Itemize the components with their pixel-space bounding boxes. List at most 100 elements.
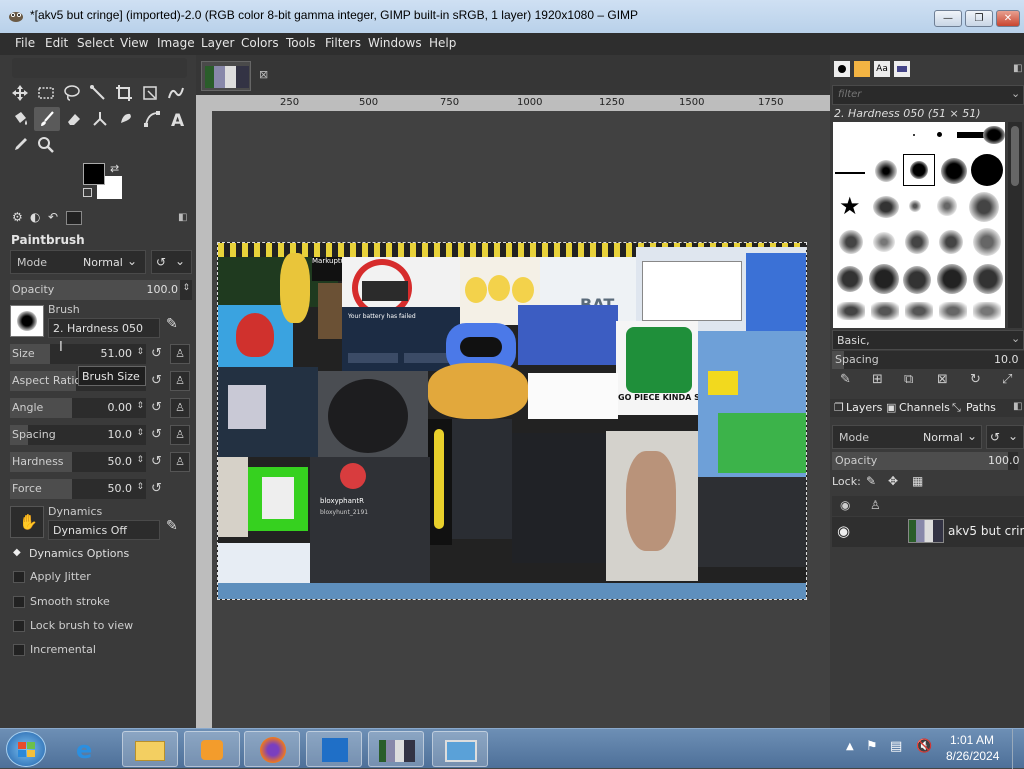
brush-item[interactable]: [937, 132, 942, 137]
crop-icon[interactable]: [114, 83, 134, 103]
brush-item[interactable]: [913, 134, 915, 136]
menu-select[interactable]: Select: [77, 36, 114, 50]
new-brush-icon[interactable]: ⊞: [872, 372, 883, 387]
reset-size-icon[interactable]: ↺: [151, 347, 165, 361]
brush-item[interactable]: [937, 196, 957, 216]
opacity-spin-icon[interactable]: ⇕: [182, 283, 190, 293]
brush-item[interactable]: [835, 172, 865, 174]
lock-pixels-icon[interactable]: ✎: [866, 474, 876, 488]
default-colors-icon[interactable]: [83, 188, 92, 197]
reset-angle-icon[interactable]: ↺: [151, 401, 165, 415]
show-hidden-icons[interactable]: ▲: [846, 741, 854, 752]
brush-item[interactable]: [969, 192, 999, 222]
angle-slider[interactable]: Angle 0.00 ⇕: [10, 398, 146, 418]
lock-brush-checkbox[interactable]: [13, 620, 25, 632]
device-status-tab-icon[interactable]: ◐: [30, 210, 40, 224]
spin-icon[interactable]: ⇕: [136, 482, 144, 492]
clock-time[interactable]: 1:01 AM: [950, 733, 994, 747]
brush-item[interactable]: [869, 264, 899, 294]
spin-icon[interactable]: ⇕: [136, 347, 144, 357]
brush-name-field[interactable]: 2. Hardness 050: [48, 318, 160, 338]
selected-brush-item[interactable]: [903, 154, 935, 186]
layer-name[interactable]: akv5 but cringe: [948, 524, 1024, 538]
brush-item[interactable]: [973, 302, 1001, 320]
tab-paths[interactable]: Paths: [966, 401, 996, 414]
zoom-icon[interactable]: [36, 135, 56, 155]
volume-muted-icon[interactable]: 🔇: [916, 739, 932, 754]
smudge-icon[interactable]: [116, 109, 136, 129]
menu-image[interactable]: Image: [157, 36, 195, 50]
mode-select[interactable]: Mode Normal ⌄: [10, 250, 146, 274]
minimize-button[interactable]: —: [934, 10, 962, 27]
spin-icon[interactable]: ⇕: [136, 401, 144, 411]
brush-item[interactable]: [973, 228, 1001, 256]
link-icon[interactable]: ♙: [170, 452, 190, 472]
brush-item[interactable]: [937, 264, 967, 294]
fonts-tab-icon[interactable]: Aa: [874, 61, 890, 77]
configure-tab-icon[interactable]: ◧: [178, 212, 187, 223]
edit-dynamics-icon[interactable]: ✎: [166, 518, 178, 534]
brush-item[interactable]: [871, 302, 899, 320]
opacity-slider[interactable]: Opacity 100.0 ⇕: [10, 280, 192, 300]
brush-item[interactable]: [957, 132, 985, 138]
text-tool-icon[interactable]: A: [168, 109, 188, 131]
brush-filter-input[interactable]: filter ⌄: [832, 85, 1024, 105]
brush-item[interactable]: [941, 158, 967, 184]
menu-tools[interactable]: Tools: [286, 36, 316, 50]
reset-hardness-icon[interactable]: ↺: [151, 455, 165, 469]
tab-channels[interactable]: Channels: [899, 401, 950, 414]
image-tab-thumbnail[interactable]: [201, 61, 251, 91]
brush-tag-field[interactable]: Basic, ⌄: [832, 330, 1024, 350]
expander-icon[interactable]: ◆: [13, 547, 21, 558]
configure-tab-icon[interactable]: ◧: [1013, 401, 1022, 412]
link-icon[interactable]: ♙: [170, 371, 190, 391]
layer-row[interactable]: ◉ akv5 but cringe: [832, 517, 1024, 547]
menu-help[interactable]: Help: [429, 36, 456, 50]
brush-item[interactable]: [903, 266, 931, 294]
edit-brush-icon[interactable]: ✎: [840, 372, 851, 387]
spin-icon[interactable]: ⇕: [136, 455, 144, 465]
undo-history-tab-icon[interactable]: ↶: [48, 210, 58, 224]
delete-brush-icon[interactable]: ⊠: [937, 372, 948, 387]
move-tool-icon[interactable]: [10, 83, 30, 103]
clock-date[interactable]: 8/26/2024: [946, 749, 999, 763]
eye-icon[interactable]: ◉: [837, 522, 850, 540]
warp-icon[interactable]: [166, 83, 186, 103]
dynamics-preview[interactable]: ✋: [10, 506, 44, 538]
lock-alpha-icon[interactable]: ▦: [912, 474, 923, 488]
menu-edit[interactable]: Edit: [45, 36, 68, 50]
image-viewer-icon[interactable]: [432, 731, 488, 767]
brush-item[interactable]: [905, 230, 929, 254]
brush-item[interactable]: [873, 196, 899, 218]
layer-mode-select[interactable]: Mode Normal ⌄: [832, 425, 982, 449]
brush-item[interactable]: [971, 154, 1003, 186]
refresh-brushes-icon[interactable]: ↻: [970, 372, 981, 387]
brush-item[interactable]: [873, 232, 895, 252]
reset-force-icon[interactable]: ↺: [151, 482, 165, 496]
internet-explorer-icon[interactable]: e: [62, 731, 118, 767]
duplicate-brush-icon[interactable]: ⧉: [904, 372, 913, 387]
menu-layer[interactable]: Layer: [201, 36, 234, 50]
brush-grid-scrollbar[interactable]: [1008, 122, 1022, 328]
document-history-tab-icon[interactable]: [894, 61, 910, 77]
transform-icon[interactable]: [140, 83, 160, 103]
patterns-tab-icon[interactable]: [854, 61, 870, 77]
apply-jitter-checkbox[interactable]: [13, 571, 25, 583]
brush-item[interactable]: [909, 200, 921, 212]
gimp-taskbar-icon[interactable]: [368, 731, 424, 767]
show-desktop-button[interactable]: [1012, 729, 1024, 769]
link-icon[interactable]: ♙: [170, 425, 190, 445]
force-slider[interactable]: Force 50.0 ⇕: [10, 479, 146, 499]
spacing-slider[interactable]: Spacing 10.0 ⇕: [10, 425, 146, 445]
bucket-fill-icon[interactable]: [10, 109, 30, 129]
image-canvas[interactable]: Markuptu Your battery has failed BAT GO …: [217, 242, 807, 600]
images-tab-icon[interactable]: [66, 211, 82, 225]
scrollbar-thumb[interactable]: [1011, 126, 1019, 186]
eraser-icon[interactable]: [64, 109, 84, 129]
link-icon[interactable]: ♙: [170, 344, 190, 364]
network-icon[interactable]: ▤: [890, 739, 902, 754]
fuzzy-select-icon[interactable]: [88, 83, 108, 103]
open-brush-icon[interactable]: ⤢: [1002, 372, 1012, 387]
brush-item[interactable]: [837, 302, 865, 320]
foreground-color-swatch[interactable]: [83, 163, 105, 185]
